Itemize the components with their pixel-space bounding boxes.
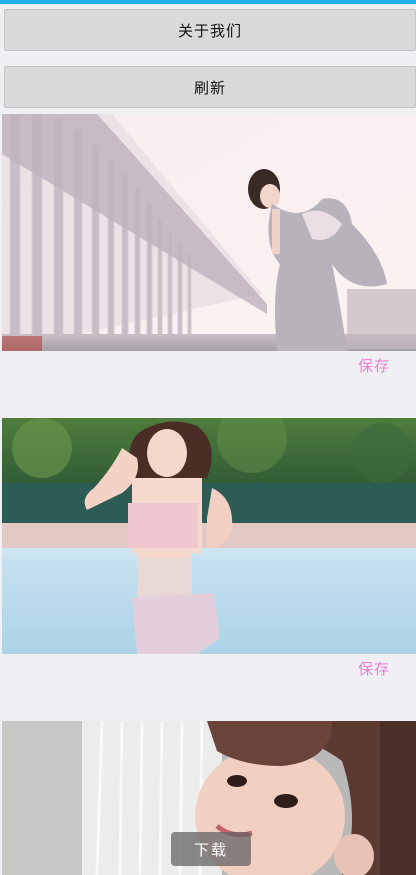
about-us-button[interactable]: 关于我们 [4, 9, 416, 51]
photo-card: 保存 [0, 114, 416, 418]
photo-card: 保存 [0, 418, 416, 721]
refresh-button[interactable]: 刷新 [4, 66, 416, 108]
photo-image[interactable] [2, 418, 416, 654]
save-link[interactable]: 保存 [358, 658, 390, 679]
download-button[interactable]: 下载 [171, 832, 251, 866]
save-link[interactable]: 保存 [358, 355, 390, 376]
photo-image[interactable] [2, 114, 416, 351]
top-accent-bar [0, 0, 416, 4]
